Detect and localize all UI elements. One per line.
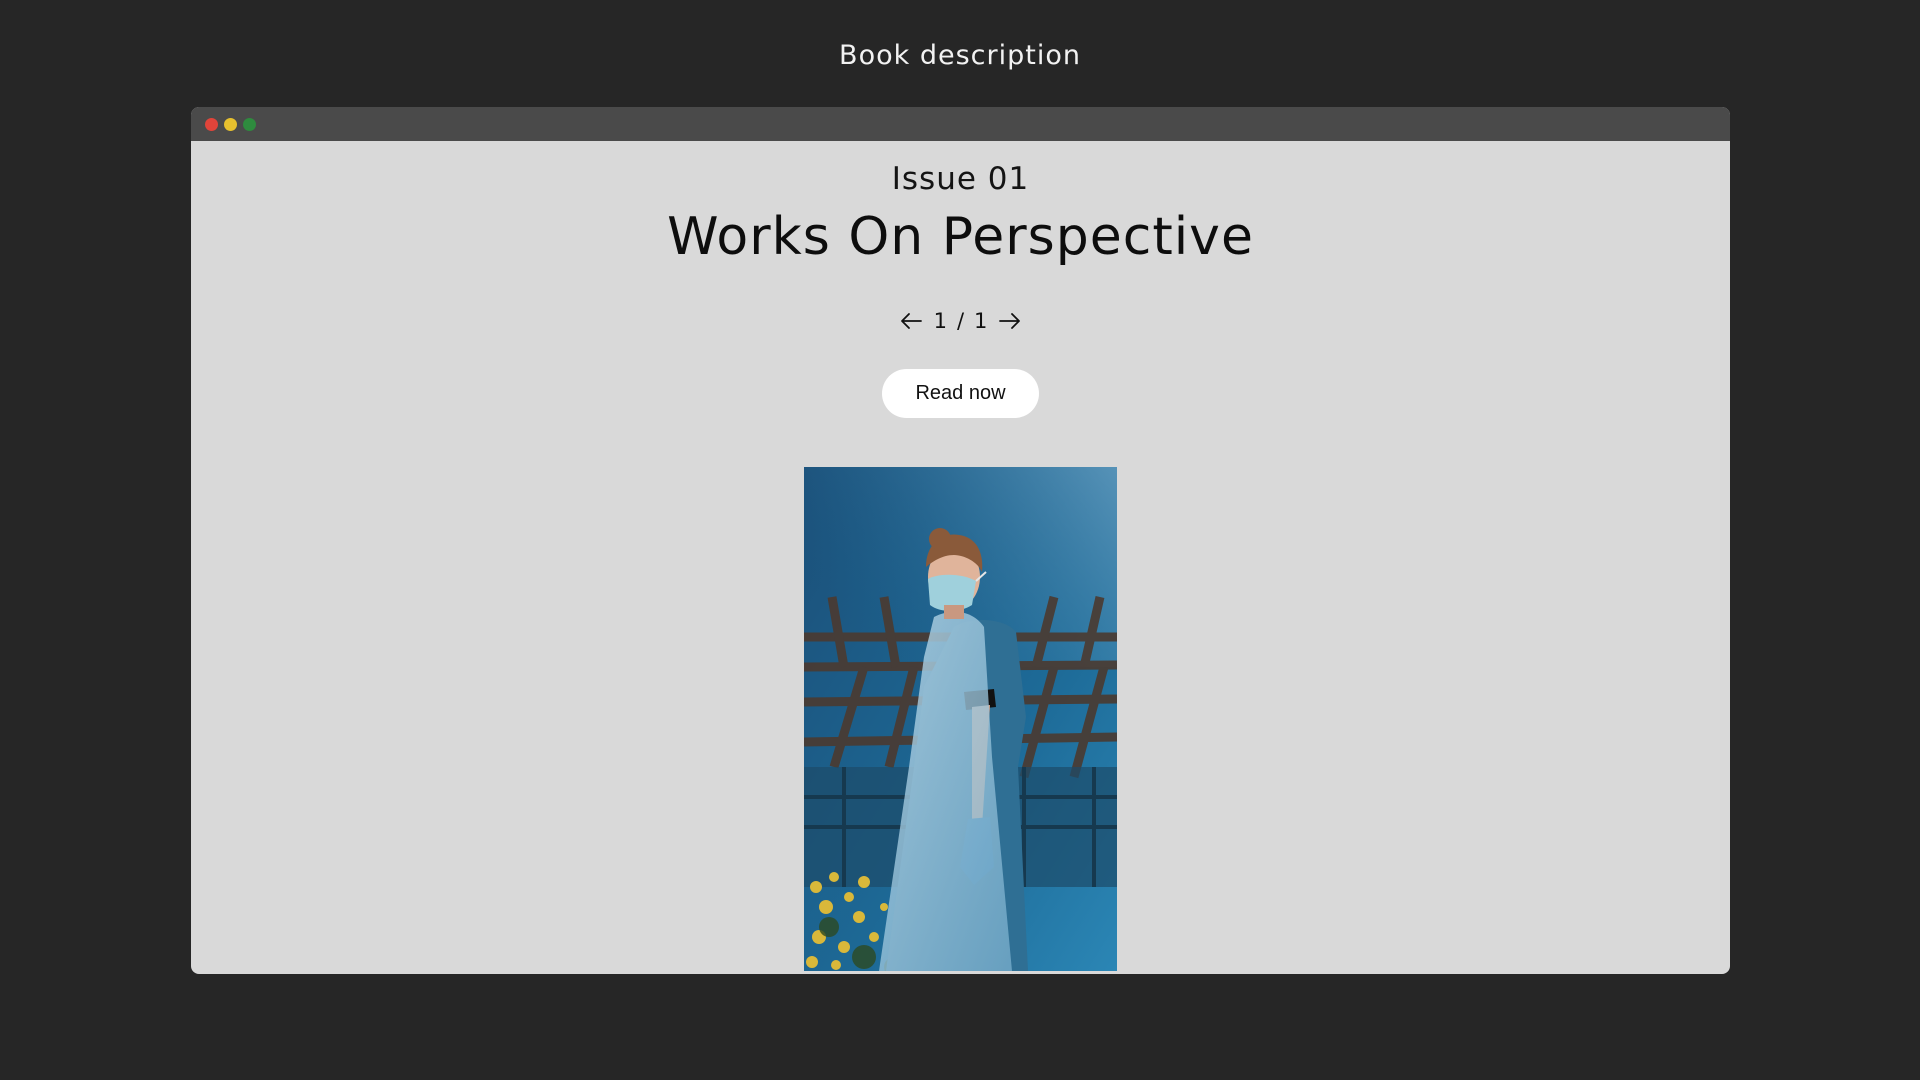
pager-total: 1 [974, 309, 988, 333]
arrow-left-icon[interactable] [898, 308, 924, 334]
page-caption: Book description [839, 40, 1081, 71]
book-title: Works On Perspective [667, 207, 1254, 267]
window-titlebar [191, 107, 1730, 141]
book-page-content: Issue 01 Works On Perspective 1 / 1 Read… [191, 141, 1730, 974]
minimize-window-dot[interactable] [224, 118, 237, 131]
page: Book description Issue 01 Works On Persp… [0, 0, 1920, 1080]
pager-current: 1 [933, 309, 947, 333]
issue-label: Issue 01 [891, 161, 1030, 197]
page-pager: 1 / 1 [191, 308, 1730, 334]
read-now-button[interactable]: Read now [882, 369, 1039, 418]
maximize-window-dot[interactable] [243, 118, 256, 131]
pager-separator: / [956, 309, 965, 333]
browser-window: Issue 01 Works On Perspective 1 / 1 Read… [191, 107, 1730, 974]
book-cover-image[interactable] [804, 467, 1117, 971]
arrow-right-icon[interactable] [997, 308, 1023, 334]
close-window-dot[interactable] [205, 118, 218, 131]
